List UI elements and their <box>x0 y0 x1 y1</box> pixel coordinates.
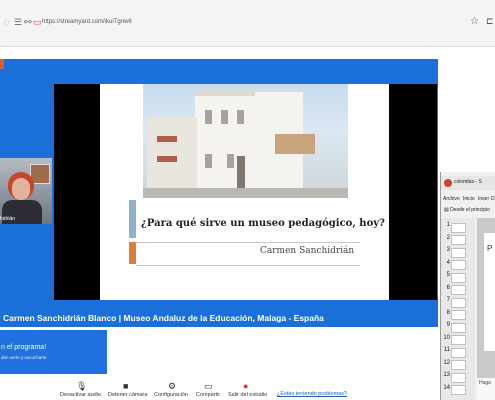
app-title: colombia - S <box>454 179 482 185</box>
slide-thumbnail[interactable] <box>451 285 466 295</box>
shield-icon[interactable]: ◌ <box>4 17 9 27</box>
on-air-notice <box>0 330 107 374</box>
slide-number: 4 <box>446 259 450 266</box>
slide-thumbnail[interactable] <box>451 272 466 283</box>
app-logo-icon <box>444 179 452 187</box>
notes-placeholder: Haga <box>479 380 491 386</box>
slide-number: 8 <box>446 309 450 316</box>
slide-thumbnail[interactable] <box>451 360 466 370</box>
on-air-title: n el programa! <box>1 344 47 351</box>
slide-number: 11 <box>443 347 450 353</box>
slide-thumbnail[interactable] <box>451 385 466 395</box>
slide-number: 12 <box>443 359 450 366</box>
slide-title: ¿Para qué sirve un museo pedagógico, hoy… <box>141 218 385 229</box>
camera-active-icon[interactable]: ▭ <box>33 17 42 28</box>
screen-share-icon[interactable]: ▭ <box>204 381 213 392</box>
on-air-subtitle: den verte y escucharte <box>1 355 47 360</box>
slide-number: 3 <box>446 247 450 253</box>
settings-button[interactable]: Configuración <box>154 392 188 398</box>
slide-thumbnail[interactable] <box>451 347 466 358</box>
leave-studio-button[interactable]: Salir del estudio <box>228 392 267 398</box>
stop-camera-button[interactable]: Detener cámara <box>108 392 147 398</box>
slide-thumbnail[interactable] <box>451 372 466 383</box>
gear-icon[interactable]: ⚙ <box>168 381 176 392</box>
slide-thumbnail[interactable] <box>451 335 466 345</box>
participant-camera[interactable] <box>0 158 52 224</box>
camera-icon[interactable]: ■ <box>123 381 128 391</box>
menu-insert[interactable]: Inser <box>478 196 489 202</box>
title-accent-bar <box>129 200 136 238</box>
leave-icon[interactable]: ● <box>243 381 248 391</box>
start-from-beginning-button[interactable]: ▤ Desde el principio <box>444 207 490 213</box>
slide-thumbnail[interactable] <box>451 322 466 333</box>
caption-text: Carmen Sanchidrián Blanco | Museo Andalu… <box>3 313 324 323</box>
slide-number: 9 <box>446 322 450 328</box>
help-link[interactable]: ¿Estás teniendo problemas? <box>277 391 347 397</box>
slide-thumbnail[interactable] <box>451 310 466 320</box>
slide-number: 1 <box>446 222 450 228</box>
page-info-icon[interactable]: ☰ <box>14 17 22 28</box>
museum-photo <box>143 84 348 198</box>
permissions-icon[interactable]: ⚯ <box>24 17 32 28</box>
slide-author: Carmen Sanchidrián <box>260 246 355 256</box>
bookmark-star-icon[interactable]: ☆ <box>470 16 479 27</box>
menu-home[interactable]: Inicio <box>463 196 475 202</box>
slide-number: 7 <box>446 297 450 303</box>
author-accent-bar <box>129 242 136 264</box>
menu-file[interactable]: Archivo <box>443 196 460 202</box>
slide-thumbnail[interactable] <box>451 222 466 233</box>
current-slide-title: P <box>487 244 493 253</box>
slide-number: 2 <box>446 234 450 241</box>
mute-audio-button[interactable]: Desactivar audio <box>60 392 101 398</box>
share-button[interactable]: Compartir <box>196 392 220 398</box>
menu-design[interactable]: D <box>491 196 495 202</box>
microphone-icon[interactable]: 🎙 <box>76 381 87 392</box>
slide-number: 10 <box>443 334 450 341</box>
slide-thumbnail[interactable] <box>451 247 466 258</box>
slide-thumbnail[interactable] <box>451 235 466 245</box>
slide-number: 6 <box>446 284 450 291</box>
slide-thumbnail[interactable] <box>451 297 466 308</box>
slide-number: 5 <box>446 272 450 278</box>
url-bar[interactable]: https://streamyard.com/ikuiTgnw6 <box>42 19 132 25</box>
participant-name: hidrián <box>0 216 16 222</box>
browser-toolbar: ◌ ☰ ⚯ ▭ https://streamyard.com/ikuiTgnw6… <box>0 0 495 47</box>
slide-thumbnail[interactable] <box>451 260 466 270</box>
slide-number: 13 <box>443 372 450 378</box>
extensions-icon[interactable]: ⊏ <box>486 16 494 27</box>
slide-number: 14 <box>443 384 450 391</box>
stage-marker <box>0 59 4 69</box>
